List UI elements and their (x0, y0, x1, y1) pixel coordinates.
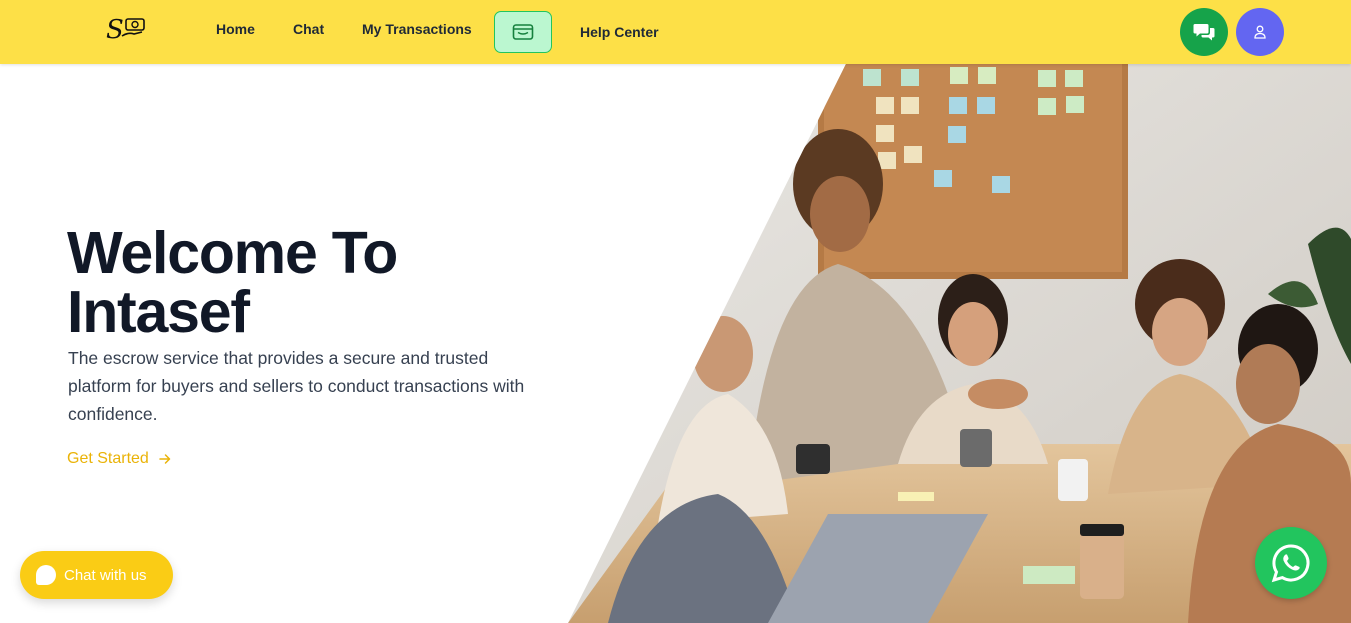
wallet-button[interactable] (494, 11, 552, 53)
nav-home-link[interactable]: Home (216, 21, 255, 37)
hero-title: Welcome To Intasef (67, 224, 587, 342)
intasef-logo-icon[interactable]: S (104, 12, 150, 45)
whatsapp-button[interactable] (1255, 527, 1327, 599)
whatsapp-icon (1271, 544, 1310, 583)
get-started-label: Get Started (67, 450, 149, 467)
svg-text:S: S (106, 15, 124, 44)
chat-with-us-button[interactable]: Chat with us (20, 551, 173, 599)
nav-my-transactions-link[interactable]: My Transactions (362, 21, 472, 37)
user-profile-button[interactable] (1236, 8, 1284, 56)
hero-description: The escrow service that provides a secur… (68, 348, 525, 424)
get-started-link[interactable]: Get Started (67, 450, 171, 468)
hero-meeting-photo (568, 64, 1351, 623)
nav-help-center-link[interactable]: Help Center (580, 24, 659, 40)
hero-title-line-2: Intasef (67, 279, 250, 345)
arrow-right-icon (159, 454, 171, 464)
nav-chat-link[interactable]: Chat (293, 21, 324, 37)
messages-button[interactable] (1180, 8, 1228, 56)
chat-bubble-icon (36, 565, 56, 585)
user-icon (1254, 25, 1266, 39)
chat-bubbles-icon (1193, 24, 1215, 41)
hero-title-line-1: Welcome To (67, 220, 398, 286)
chat-with-us-label: Chat with us (64, 566, 147, 584)
top-navbar: S Home Chat My Transactions Help Center (0, 0, 1351, 64)
wallet-icon (512, 24, 534, 40)
